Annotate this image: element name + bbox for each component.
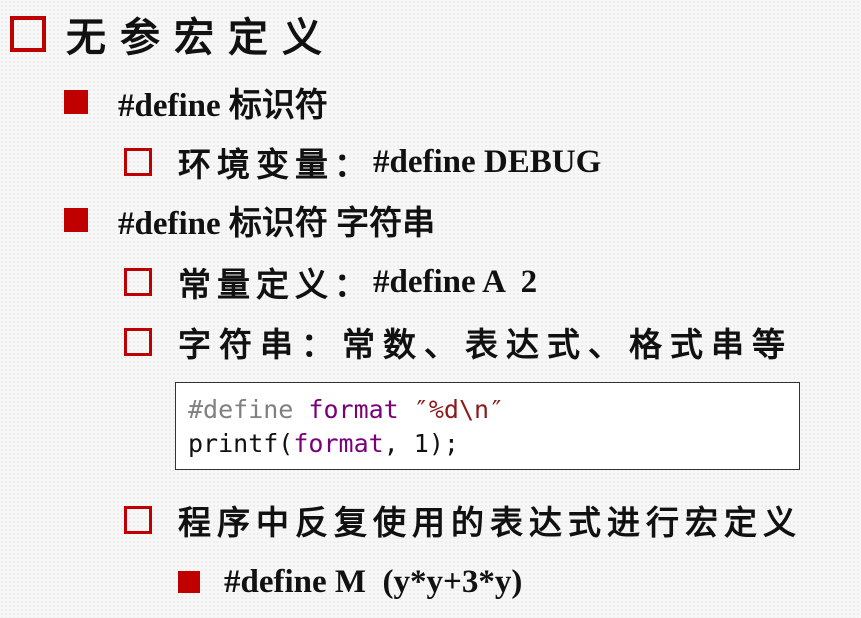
list-item-expression-macro: 程序中反复使用的表达式进行宏定义 [124,498,802,542]
code-example-box: #define format ″%d\n″ printf(format, 1); [175,382,800,470]
list-item-constant-definition: 常量定义： #define A 2 [124,260,537,304]
list-item-code: #define DEBUG [373,143,602,180]
list-item-code: #define M (y*y+3*y) [224,563,523,600]
solid-square-bullet-icon [178,571,200,593]
code-line-1: #define format ″%d\n″ [188,393,787,427]
code-string-literal: ″%d\n″ [413,395,505,424]
solid-square-bullet-icon [64,208,88,232]
hollow-square-bullet-icon [124,148,152,176]
list-item-text: 字符串：常数、表达式、格式串等 [178,325,793,364]
hollow-square-bullet-icon [124,328,152,356]
code-rest: , 1); [383,429,459,458]
code-macro-arg: format [293,429,384,458]
code-line-2: printf(format, 1); [188,427,787,461]
code-function-call: printf( [188,429,294,458]
list-item-define-m: #define M (y*y+3*y) [178,560,522,604]
list-item-define-identifier: #define 标识符 [64,80,328,124]
solid-square-bullet-icon [64,90,88,114]
code-macro-name: format [308,395,399,424]
hollow-square-bullet-icon [10,16,46,52]
slide-title-text: 无参宏定义 [66,15,336,61]
list-item-text: 程序中反复使用的表达式进行宏定义 [178,503,802,542]
list-item-define-identifier-string: #define 标识符 字符串 [64,198,435,242]
list-item-code: #define A 2 [373,263,538,300]
list-item-env-variable: 环境变量： #define DEBUG [124,140,601,184]
list-item-string-kinds: 字符串：常数、表达式、格式串等 [124,320,793,364]
list-item-label: 常量定义： [178,265,373,304]
hollow-square-bullet-icon [124,268,152,296]
code-directive: #define [188,395,294,424]
list-item-text: #define 标识符 字符串 [118,206,436,242]
hollow-square-bullet-icon [124,506,152,534]
slide-title: 无参宏定义 [10,10,336,61]
list-item-label: 环境变量： [178,145,373,184]
list-item-text: #define 标识符 [118,88,328,124]
